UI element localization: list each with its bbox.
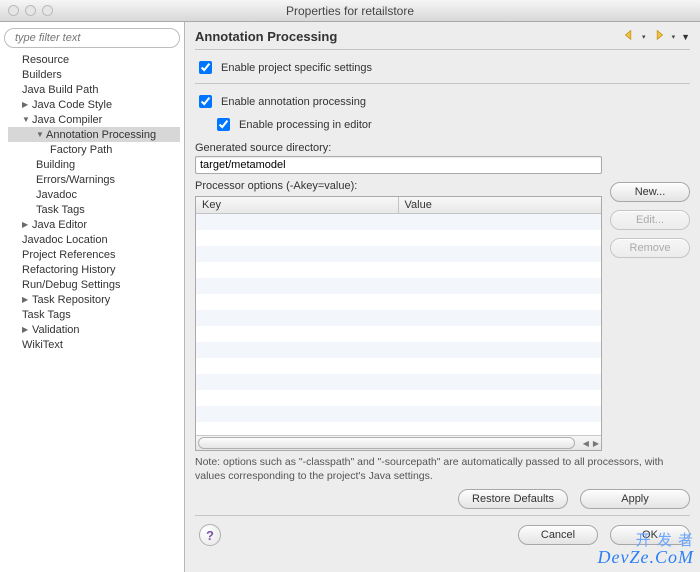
sidebar-item-label: Java Compiler <box>32 114 102 126</box>
table-row <box>196 374 601 390</box>
horizontal-scrollbar[interactable]: ◀▶ <box>196 435 601 450</box>
back-menu-icon[interactable]: ▾ <box>642 33 646 41</box>
back-icon[interactable] <box>622 28 636 45</box>
col-key[interactable]: Key <box>196 197 399 213</box>
sidebar-item-label: Java Build Path <box>22 84 98 96</box>
sidebar-item-factory-path[interactable]: Factory Path <box>8 142 180 157</box>
sidebar-item-label: Resource <box>22 54 69 66</box>
enable-annotation-processing-checkbox[interactable] <box>199 95 212 108</box>
sidebar-item-annotation-processing[interactable]: Annotation Processing <box>8 127 180 142</box>
sidebar-item-resource[interactable]: Resource <box>8 52 180 67</box>
help-icon[interactable]: ? <box>199 524 221 546</box>
sidebar-item-validation[interactable]: Validation <box>8 322 180 337</box>
table-row <box>196 358 601 374</box>
table-row <box>196 214 601 230</box>
sidebar-item-java-build-path[interactable]: Java Build Path <box>8 82 180 97</box>
table-row <box>196 246 601 262</box>
table-row <box>196 262 601 278</box>
separator <box>195 49 690 50</box>
sidebar-item-javadoc-location[interactable]: Javadoc Location <box>8 232 180 247</box>
sidebar-item-java-editor[interactable]: Java Editor <box>8 217 180 232</box>
sidebar-item-errors-warnings[interactable]: Errors/Warnings <box>8 172 180 187</box>
note-text: Note: options such as "-classpath" and "… <box>195 455 690 483</box>
watermark-en: DevZe.CoM <box>598 548 694 566</box>
sidebar-item-label: Javadoc <box>36 189 77 201</box>
sidebar-item-label: Java Code Style <box>32 99 112 111</box>
sidebar-item-label: Refactoring History <box>22 264 116 276</box>
sidebar-item-label: Annotation Processing <box>46 129 156 141</box>
page-title: Annotation Processing <box>195 29 337 44</box>
scroll-left-icon[interactable]: ◀ <box>583 439 589 448</box>
forward-icon[interactable] <box>652 28 666 45</box>
forward-menu-icon[interactable]: ▾ <box>672 33 676 41</box>
scrollbar-thumb[interactable] <box>198 437 575 449</box>
table-row <box>196 326 601 342</box>
enable-project-specific-checkbox[interactable] <box>199 61 212 74</box>
watermark: 开 发 者 DevZe.CoM <box>598 533 694 566</box>
sidebar-item-label: Javadoc Location <box>22 234 108 246</box>
nav-arrows: ▾ ▾ ▼ <box>622 28 690 45</box>
table-row <box>196 390 601 406</box>
table-side-buttons: New... Edit... Remove <box>610 176 690 451</box>
table-row <box>196 342 601 358</box>
sidebar-item-label: Java Editor <box>32 219 87 231</box>
view-menu-icon[interactable]: ▼ <box>681 32 690 42</box>
processor-options-label: Processor options (-Akey=value): <box>195 180 602 192</box>
generated-source-dir-input[interactable] <box>195 156 602 174</box>
sidebar-item-label: Errors/Warnings <box>36 174 115 186</box>
sidebar-item-label: Validation <box>32 324 80 336</box>
sidebar-item-label: Task Tags <box>36 204 85 216</box>
table-body <box>196 214 601 435</box>
enable-project-specific-label: Enable project specific settings <box>221 62 372 74</box>
watermark-cn: 开 发 者 <box>636 533 694 548</box>
category-tree: Resource Builders Java Build Path Java Code… <box>4 52 180 352</box>
edit-button[interactable]: Edit... <box>610 210 690 230</box>
sidebar-item-javadoc[interactable]: Javadoc <box>8 187 180 202</box>
window-title: Properties for retailstore <box>0 4 700 18</box>
table-row <box>196 230 601 246</box>
sidebar-item-label: Task Tags <box>22 309 71 321</box>
sidebar-item-label: WikiText <box>22 339 63 351</box>
sidebar-item-java-compiler[interactable]: Java Compiler <box>8 112 180 127</box>
sidebar-item-refactoring-history[interactable]: Refactoring History <box>8 262 180 277</box>
sidebar-item-label: Task Repository <box>32 294 110 306</box>
sidebar-item-project-references[interactable]: Project References <box>8 247 180 262</box>
sidebar-item-label: Builders <box>22 69 62 81</box>
sidebar-item-label: Factory Path <box>50 144 112 156</box>
sidebar: Resource Builders Java Build Path Java Code… <box>0 22 185 572</box>
filter-input[interactable] <box>4 28 180 48</box>
table-row <box>196 294 601 310</box>
sidebar-item-label: Run/Debug Settings <box>22 279 120 291</box>
sidebar-item-wikitext[interactable]: WikiText <box>8 337 180 352</box>
scroll-right-icon[interactable]: ▶ <box>593 439 599 448</box>
col-value[interactable]: Value <box>399 197 602 213</box>
sidebar-item-builders[interactable]: Builders <box>8 67 180 82</box>
new-button[interactable]: New... <box>610 182 690 202</box>
separator <box>195 83 690 84</box>
sidebar-item-java-code-style[interactable]: Java Code Style <box>8 97 180 112</box>
apply-button[interactable]: Apply <box>580 489 690 509</box>
table-row <box>196 310 601 326</box>
processor-options-table[interactable]: Key Value <box>195 196 602 451</box>
table-header: Key Value <box>196 197 601 214</box>
restore-defaults-button[interactable]: Restore Defaults <box>458 489 568 509</box>
sidebar-item-task-tags[interactable]: Task Tags <box>8 202 180 217</box>
sidebar-item-building[interactable]: Building <box>8 157 180 172</box>
titlebar: Properties for retailstore <box>0 0 700 22</box>
sidebar-item-task-repository[interactable]: Task Repository <box>8 292 180 307</box>
sidebar-item-label: Project References <box>22 249 116 261</box>
table-row <box>196 406 601 422</box>
main-panel: Annotation Processing ▾ ▾ ▼ Enable proje… <box>185 22 700 572</box>
sidebar-item-task-tags[interactable]: Task Tags <box>8 307 180 322</box>
sidebar-item-label: Building <box>36 159 75 171</box>
enable-annotation-processing-label: Enable annotation processing <box>221 96 366 108</box>
enable-processing-in-editor-label: Enable processing in editor <box>239 119 372 131</box>
table-row <box>196 278 601 294</box>
cancel-button[interactable]: Cancel <box>518 525 598 545</box>
table-row <box>196 422 601 435</box>
enable-processing-in-editor-checkbox[interactable] <box>217 118 230 131</box>
generated-source-dir-label: Generated source directory: <box>195 142 602 154</box>
remove-button[interactable]: Remove <box>610 238 690 258</box>
sidebar-item-run-debug-settings[interactable]: Run/Debug Settings <box>8 277 180 292</box>
